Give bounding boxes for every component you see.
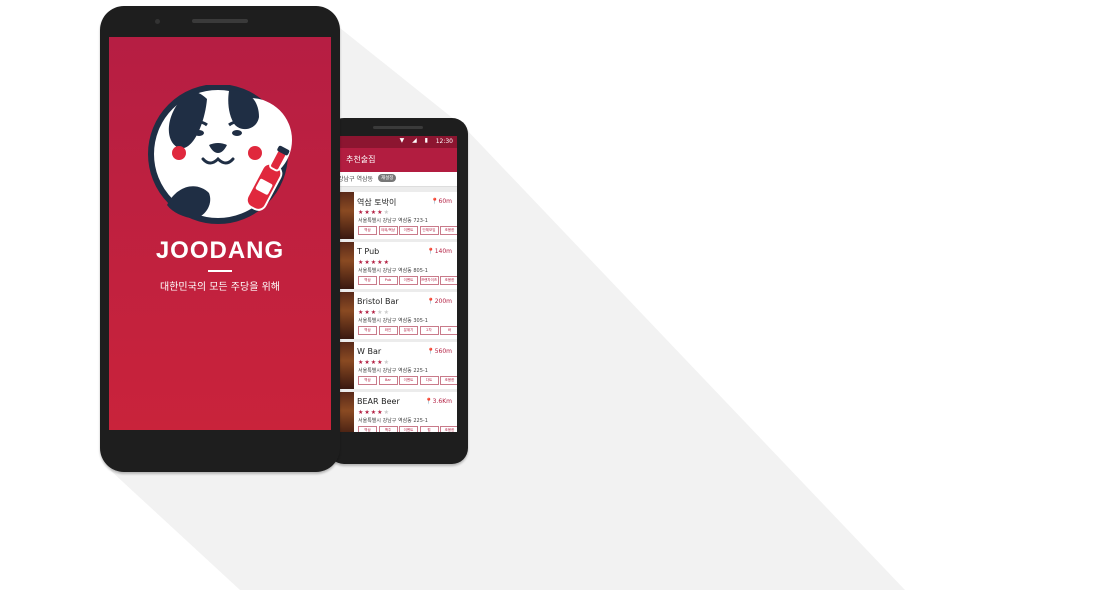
bar-list-item[interactable]: 역삼 토박이 📍60m ★★★★★ 서울특별시 강남구 역삼동 723-1 역삼 야외/옥… bbox=[340, 192, 457, 239]
star-icon: ★ bbox=[383, 409, 390, 416]
tag-chip[interactable]: 분위기 bbox=[399, 326, 418, 335]
bar-address: 서울특별시 강남구 역삼동 225-1 bbox=[358, 368, 428, 374]
app-bar: 추천술집 bbox=[340, 148, 457, 172]
location-bar: 강남구 역삼동 재설정 bbox=[340, 172, 457, 187]
bar-name: Bristol Bar bbox=[357, 297, 399, 306]
bar-address: 서울특별시 강남구 역삼동 305-1 bbox=[358, 318, 428, 324]
tag-chip[interactable]: 바 bbox=[440, 326, 457, 335]
bar-distance: 📍3.6Km bbox=[425, 398, 452, 405]
tag-chip[interactable]: 야외/옥상 bbox=[378, 226, 398, 235]
distance-value: 560m bbox=[434, 348, 452, 355]
brand-tagline: 대한민국의 모든 주당을 위해 bbox=[160, 282, 280, 293]
tag-chip[interactable]: 조용한 bbox=[440, 226, 457, 235]
splash-screen: JOODANG 대한민국의 모든 주당을 위해 bbox=[109, 37, 331, 430]
rating-stars: ★★★★★ bbox=[358, 409, 390, 416]
tag-chip[interactable]: 역삼 bbox=[358, 376, 377, 385]
front-phone-speaker bbox=[192, 19, 248, 23]
bar-address: 서울특별시 강남구 역삼동 723-1 bbox=[358, 218, 428, 224]
tag-chip[interactable]: 프랜차이즈 bbox=[419, 276, 439, 285]
bar-list-item[interactable]: W Bar 📍560m ★★★★★ 서울특별시 강남구 역삼동 225-1 역삼 Bar 이… bbox=[340, 342, 457, 389]
star-icon: ★ bbox=[383, 209, 390, 216]
tag-chip[interactable]: 이벤트 bbox=[399, 426, 418, 432]
status-bar: ▼ ◢ ▮ 12:30 bbox=[340, 136, 457, 148]
bar-thumbnail bbox=[340, 342, 354, 389]
bar-name: T Pub bbox=[357, 247, 380, 256]
tag-chip[interactable]: 이벤트 bbox=[399, 226, 418, 235]
rating-stars: ★★★★★ bbox=[358, 359, 390, 366]
tag-row: 역삼 맥주 이벤트 펍 조용한 bbox=[358, 426, 457, 432]
tag-chip[interactable]: 역삼 bbox=[358, 326, 377, 335]
tag-chip[interactable]: 조용한 bbox=[440, 426, 457, 432]
tag-chip[interactable]: 조용한 bbox=[440, 376, 457, 385]
tag-chip[interactable]: 단체모임 bbox=[419, 226, 439, 235]
tag-chip[interactable]: 와인 bbox=[378, 326, 398, 335]
star-icon: ★ bbox=[383, 359, 390, 366]
tag-chip[interactable]: 2차 bbox=[419, 326, 439, 335]
location-pin-icon: 📍 bbox=[427, 298, 435, 305]
back-phone-mockup: ▼ ◢ ▮ 12:30 추천술집 강남구 역삼동 재설정 역삼 토박이 📍60m ★… bbox=[328, 118, 468, 464]
front-phone-mockup: JOODANG 대한민국의 모든 주당을 위해 bbox=[100, 6, 340, 472]
rating-stars: ★★★★★ bbox=[358, 259, 390, 266]
front-camera bbox=[155, 19, 160, 24]
bar-name: 역삼 토박이 bbox=[357, 198, 397, 207]
tag-chip[interactable]: 펍 bbox=[419, 426, 439, 432]
location-pin-icon: 📍 bbox=[427, 248, 435, 255]
tag-chip[interactable]: 이벤트 bbox=[399, 276, 418, 285]
tag-chip[interactable]: 역삼 bbox=[358, 276, 377, 285]
back-phone-speaker bbox=[373, 126, 423, 129]
tag-chip[interactable]: 조용한 bbox=[440, 276, 457, 285]
bar-distance: 📍140m bbox=[427, 248, 452, 255]
location-pin-icon: 📍 bbox=[431, 198, 439, 205]
bar-distance: 📍60m bbox=[431, 198, 452, 205]
brand-divider bbox=[208, 270, 232, 272]
bar-thumbnail bbox=[340, 242, 354, 289]
bar-name: W Bar bbox=[357, 347, 382, 356]
dog-face-logo-icon bbox=[148, 85, 292, 224]
bar-list-item[interactable]: BEAR Beer 📍3.6Km ★★★★★ 서울특별시 강남구 역삼동 225-1 역… bbox=[340, 392, 457, 432]
location-pin-icon: 📍 bbox=[425, 398, 433, 405]
rating-stars: ★★★★★ bbox=[358, 209, 390, 216]
status-icons: ▼ ◢ ▮ bbox=[399, 137, 431, 144]
tag-chip[interactable]: 역삼 bbox=[358, 426, 377, 432]
bar-name: BEAR Beer bbox=[357, 397, 400, 406]
star-icon: ★ bbox=[383, 259, 390, 266]
tag-chip[interactable]: Pub bbox=[378, 276, 398, 285]
bar-address: 서울특별시 강남구 역삼동 225-1 bbox=[358, 418, 428, 424]
distance-value: 200m bbox=[434, 298, 452, 305]
tag-chip[interactable]: 맥주 bbox=[378, 426, 398, 432]
distance-value: 140m bbox=[434, 248, 452, 255]
bar-distance: 📍560m bbox=[427, 348, 452, 355]
tag-chip[interactable]: Bar bbox=[378, 376, 398, 385]
screen-title: 추천술집 bbox=[346, 155, 376, 164]
tag-chip[interactable]: 역삼 bbox=[358, 226, 377, 235]
distance-value: 3.6Km bbox=[432, 398, 452, 405]
tag-chip[interactable]: 다트 bbox=[419, 376, 439, 385]
bar-distance: 📍200m bbox=[427, 298, 452, 305]
star-icon: ★ bbox=[383, 309, 390, 316]
bar-thumbnail bbox=[340, 292, 354, 339]
bar-list-item[interactable]: T Pub 📍140m ★★★★★ 서울특별시 강남구 역삼동 805-1 역삼 Pub 이… bbox=[340, 242, 457, 289]
bar-thumbnail bbox=[340, 392, 354, 432]
bar-list-item[interactable]: Bristol Bar 📍200m ★★★★★ 서울특별시 강남구 역삼동 305-1… bbox=[340, 292, 457, 339]
bar-address: 서울특별시 강남구 역삼동 805-1 bbox=[358, 268, 428, 274]
rating-stars: ★★★★★ bbox=[358, 309, 390, 316]
location-reset-button[interactable]: 재설정 bbox=[378, 174, 397, 182]
location-pin-icon: 📍 bbox=[427, 348, 435, 355]
tag-chip[interactable]: 이벤트 bbox=[399, 376, 418, 385]
status-time: 12:30 bbox=[435, 138, 453, 145]
bar-list-screen: ▼ ◢ ▮ 12:30 추천술집 강남구 역삼동 재설정 역삼 토박이 📍60m ★… bbox=[340, 136, 457, 432]
distance-value: 60m bbox=[438, 198, 452, 205]
location-label: 강남구 역삼동 bbox=[340, 176, 374, 183]
brand-title: JOODANG bbox=[155, 237, 285, 264]
bar-thumbnail bbox=[340, 192, 354, 239]
